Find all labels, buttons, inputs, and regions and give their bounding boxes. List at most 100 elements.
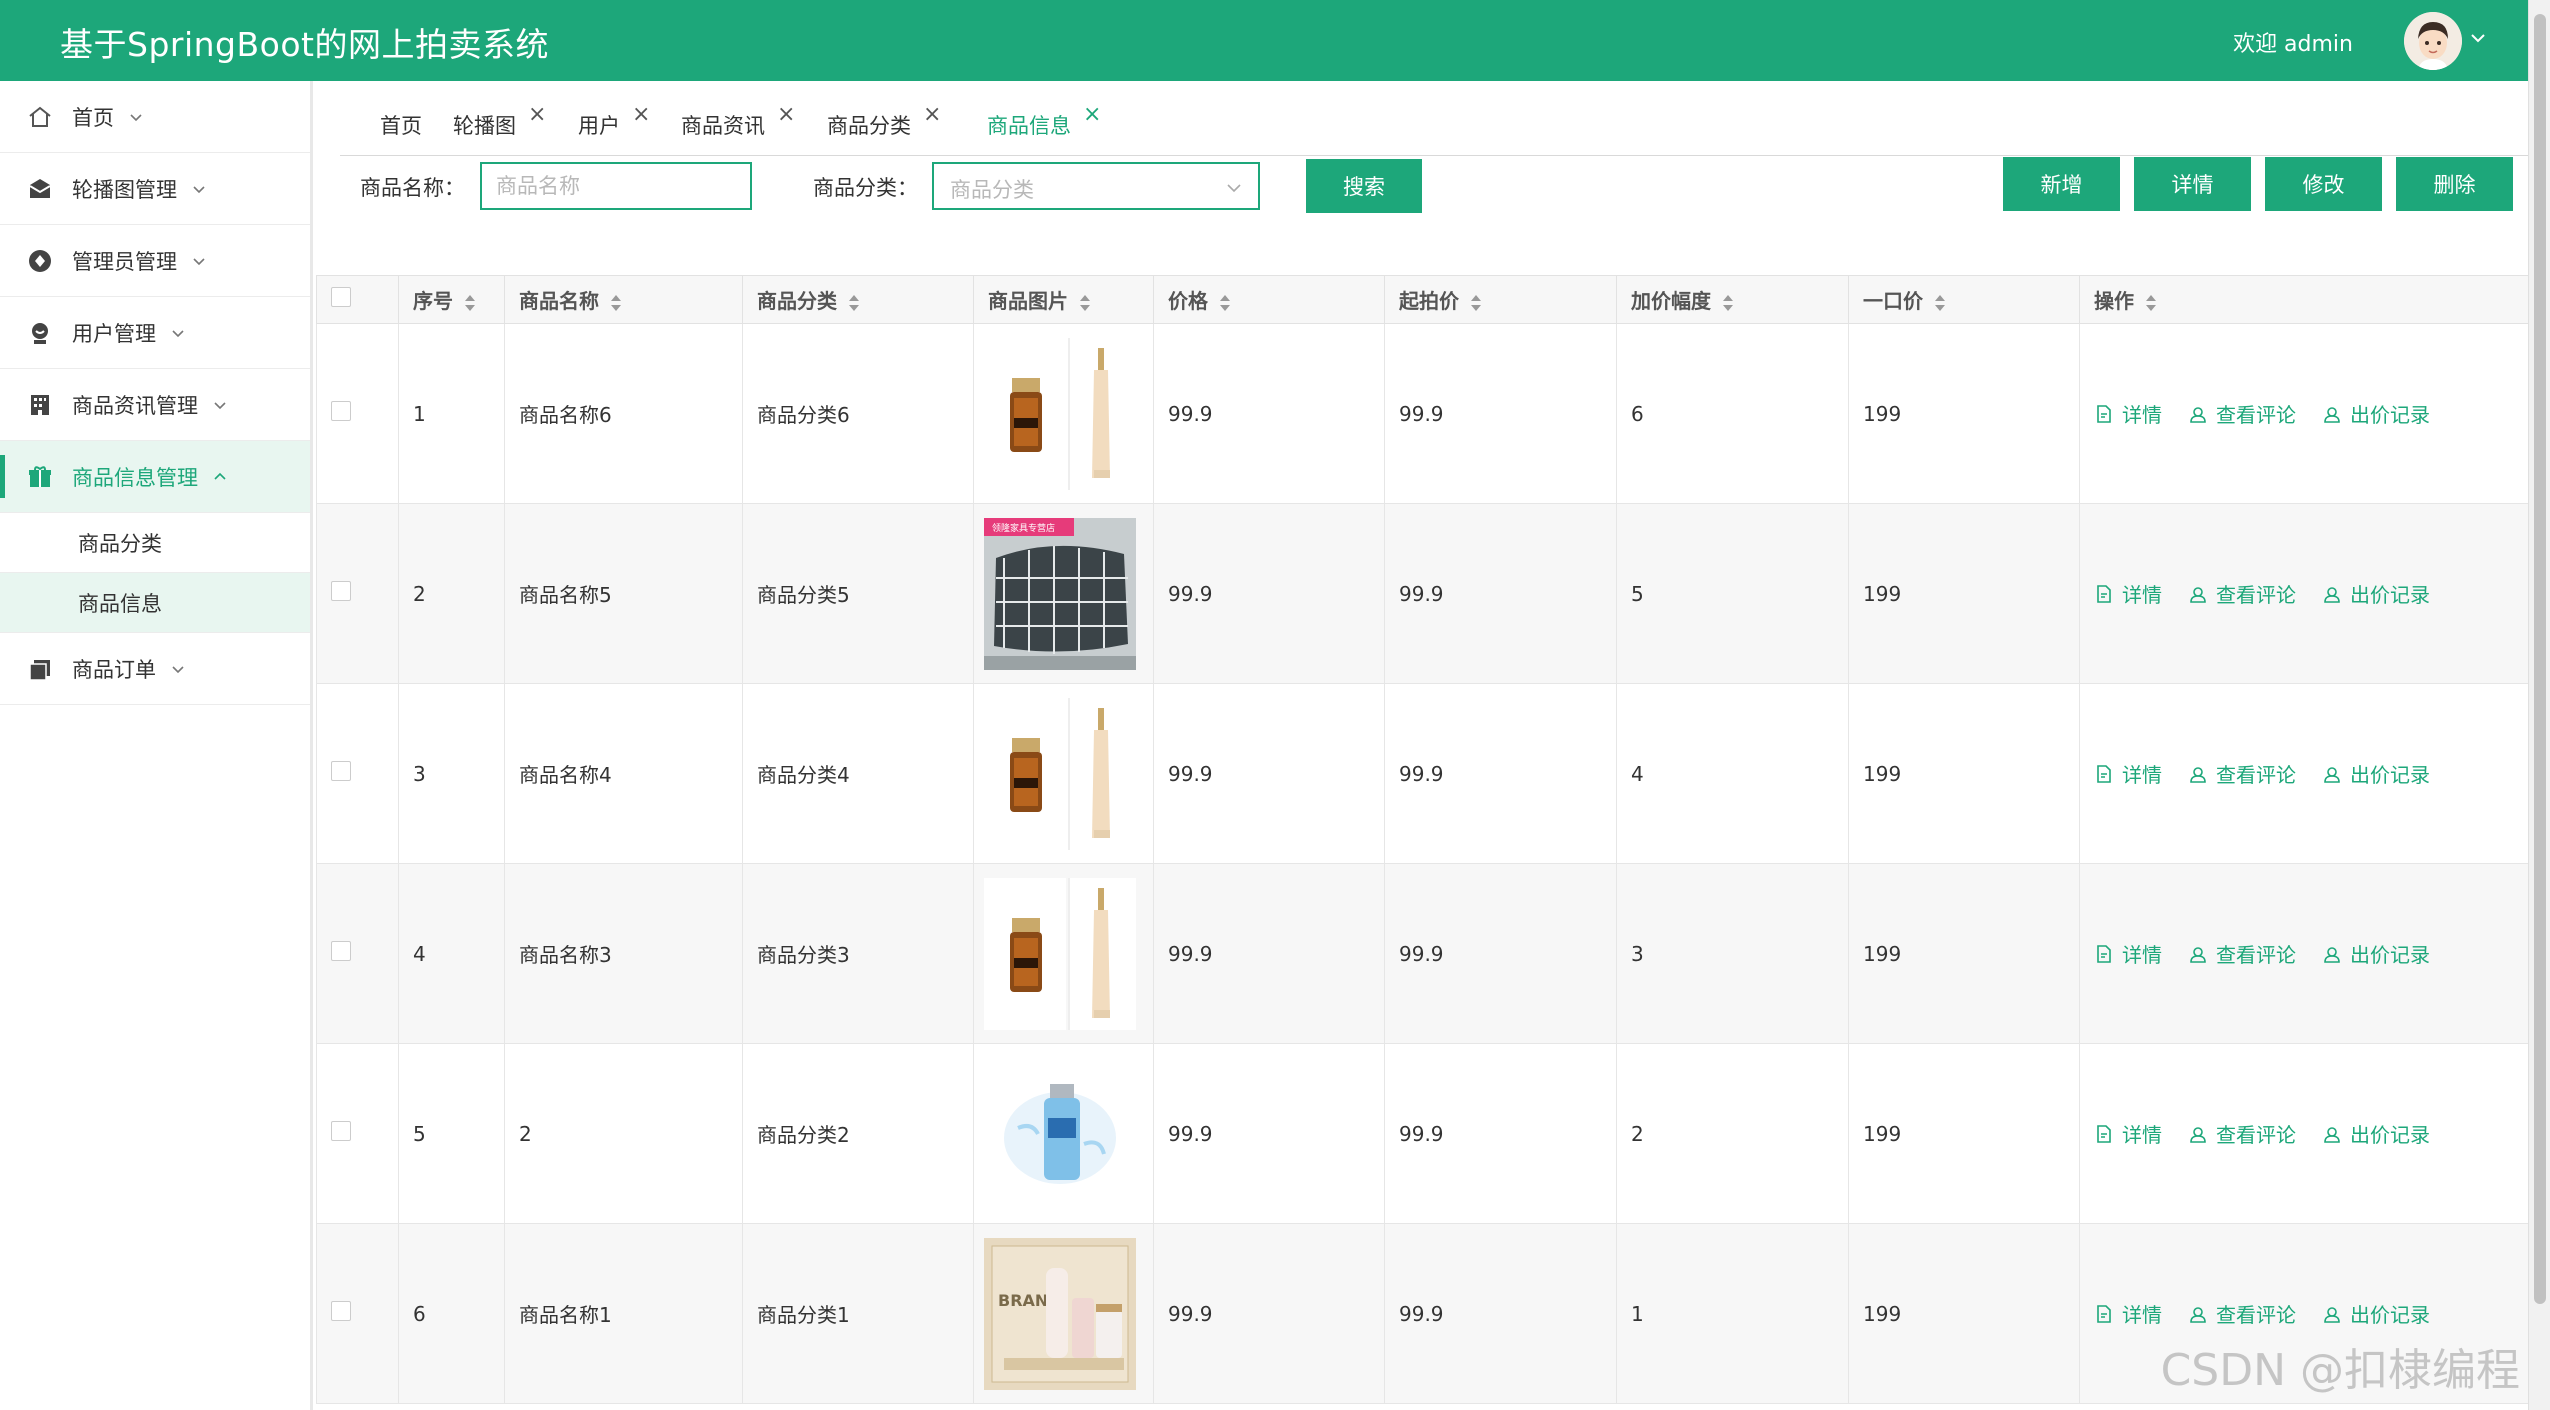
category-select[interactable]: 商品分类 (932, 162, 1260, 210)
tab-label: 商品信息 (987, 114, 1071, 138)
sort-icon[interactable] (1933, 293, 1947, 313)
table-row[interactable]: 1 商品名称6 商品分类6 99.9 99.9 6 199 详情 查看评论 出价记录 (316, 323, 2529, 504)
column-header-buy-now[interactable]: 一口价 (1848, 275, 2080, 324)
avatar[interactable] (2404, 12, 2462, 70)
cell-index: 3 (398, 683, 505, 864)
row-checkbox[interactable] (331, 941, 351, 961)
view-comments-link[interactable]: 查看评论 (2188, 399, 2296, 428)
cell-price: 99.9 (1153, 323, 1385, 504)
row-select-cell[interactable] (316, 503, 399, 684)
tab-category[interactable]: 商品分类 × (827, 102, 941, 140)
row-select-cell[interactable] (316, 323, 399, 504)
sidebar-item-admins[interactable]: 管理员管理 (0, 225, 310, 297)
sidebar-subitem-category[interactable]: 商品分类 (0, 513, 310, 573)
add-button[interactable]: 新增 (2003, 157, 2120, 211)
close-icon[interactable]: × (923, 102, 941, 127)
cell-name: 商品名称4 (504, 683, 743, 864)
sort-icon[interactable] (2144, 293, 2158, 313)
delete-button[interactable]: 删除 (2396, 157, 2513, 211)
sort-icon[interactable] (1469, 293, 1483, 313)
action-label: 详情 (2122, 403, 2162, 427)
row-detail-link[interactable]: 详情 (2094, 1299, 2162, 1328)
row-checkbox[interactable] (331, 401, 351, 421)
cell-name: 商品名称5 (504, 503, 743, 684)
table-row[interactable]: 2 商品名称5 商品分类5 领隆家具专营店 99.9 99.9 5 199 详情 查看评论 出价记录 (316, 503, 2529, 684)
sidebar-subitem-product[interactable]: 商品信息 (0, 573, 310, 633)
sidebar-item-orders[interactable]: 商品订单 (0, 633, 310, 705)
bid-records-link[interactable]: 出价记录 (2322, 759, 2430, 788)
row-select-cell[interactable] (316, 1223, 399, 1404)
detail-button[interactable]: 详情 (2134, 157, 2251, 211)
select-all-checkbox[interactable] (331, 287, 351, 307)
bid-records-link[interactable]: 出价记录 (2322, 1299, 2430, 1328)
sidebar-item-carousel[interactable]: 轮播图管理 (0, 153, 310, 225)
row-actions: 详情 查看评论 出价记录 (2094, 1299, 2528, 1328)
sort-icon[interactable] (1218, 293, 1232, 313)
row-detail-link[interactable]: 详情 (2094, 759, 2162, 788)
column-header-image[interactable]: 商品图片 (973, 275, 1154, 324)
table-row[interactable]: 4 商品名称3 商品分类3 99.9 99.9 3 199 详情 查看评论 出价记录 (316, 863, 2529, 1044)
sidebar-item-home[interactable]: 首页 (0, 81, 310, 153)
tab-carousel[interactable]: 轮播图 × (453, 102, 546, 140)
column-header-price[interactable]: 价格 (1153, 275, 1385, 324)
row-detail-link[interactable]: 详情 (2094, 939, 2162, 968)
row-detail-link[interactable]: 详情 (2094, 1119, 2162, 1148)
view-comments-link[interactable]: 查看评论 (2188, 759, 2296, 788)
column-header-increment[interactable]: 加价幅度 (1616, 275, 1849, 324)
sort-icon[interactable] (463, 293, 477, 313)
column-header-name[interactable]: 商品名称 (504, 275, 743, 324)
close-icon[interactable]: × (528, 102, 546, 127)
chevron-down-icon (172, 665, 184, 673)
bid-records-link[interactable]: 出价记录 (2322, 939, 2430, 968)
row-select-cell[interactable] (316, 863, 399, 1044)
page-scrollbar[interactable] (2528, 0, 2550, 1410)
chevron-down-icon[interactable] (2468, 28, 2488, 48)
tab-news[interactable]: 商品资讯 × (681, 102, 795, 140)
row-detail-link[interactable]: 详情 (2094, 579, 2162, 608)
sidebar-item-users[interactable]: 用户管理 (0, 297, 310, 369)
sort-icon[interactable] (1721, 293, 1735, 313)
close-icon[interactable]: × (632, 102, 650, 127)
edit-button[interactable]: 修改 (2265, 157, 2382, 211)
document-icon (2097, 1304, 2111, 1323)
search-button[interactable]: 搜索 (1306, 159, 1422, 213)
column-header-category[interactable]: 商品分类 (742, 275, 974, 324)
name-search-input[interactable] (480, 162, 752, 210)
table-row[interactable]: 3 商品名称4 商品分类4 99.9 99.9 4 199 详情 查看评论 出价记录 (316, 683, 2529, 864)
tab-product-info[interactable]: 商品信息 × (987, 102, 1101, 140)
bid-records-link[interactable]: 出价记录 (2322, 399, 2430, 428)
sidebar-item-news[interactable]: 商品资讯管理 (0, 369, 310, 441)
sort-icon[interactable] (609, 293, 623, 313)
bid-records-link[interactable]: 出价记录 (2322, 1119, 2430, 1148)
row-select-cell[interactable] (316, 1043, 399, 1224)
view-comments-link[interactable]: 查看评论 (2188, 939, 2296, 968)
row-detail-link[interactable]: 详情 (2094, 399, 2162, 428)
column-header-start-price[interactable]: 起拍价 (1384, 275, 1617, 324)
view-comments-link[interactable]: 查看评论 (2188, 1299, 2296, 1328)
sort-icon[interactable] (1078, 293, 1092, 313)
sort-icon[interactable] (847, 293, 861, 313)
cell-price: 99.9 (1153, 1043, 1385, 1224)
sidebar-item-product-info[interactable]: 商品信息管理 (0, 441, 310, 513)
column-header-index[interactable]: 序号 (398, 275, 505, 324)
tab-user[interactable]: 用户 × (578, 102, 650, 140)
close-icon[interactable]: × (777, 102, 795, 127)
close-icon[interactable]: × (1083, 102, 1101, 127)
chevron-down-icon (193, 185, 205, 193)
cell-category: 商品分类3 (742, 863, 974, 1044)
row-checkbox[interactable] (331, 1301, 351, 1321)
cell-start-price: 99.9 (1384, 1043, 1617, 1224)
row-checkbox[interactable] (331, 761, 351, 781)
row-checkbox[interactable] (331, 1121, 351, 1141)
scrollbar-thumb[interactable] (2534, 14, 2546, 1304)
view-comments-link[interactable]: 查看评论 (2188, 579, 2296, 608)
select-all-cell[interactable] (316, 275, 399, 324)
cell-image (973, 863, 1154, 1044)
tab-home[interactable]: 首页 (380, 110, 422, 140)
table-row[interactable]: 5 2 商品分类2 99.9 99.9 2 199 详情 查看评论 出价记录 (316, 1043, 2529, 1224)
view-comments-link[interactable]: 查看评论 (2188, 1119, 2296, 1148)
row-checkbox[interactable] (331, 581, 351, 601)
row-select-cell[interactable] (316, 683, 399, 864)
bid-records-link[interactable]: 出价记录 (2322, 579, 2430, 608)
column-header-actions[interactable]: 操作 (2079, 275, 2529, 324)
